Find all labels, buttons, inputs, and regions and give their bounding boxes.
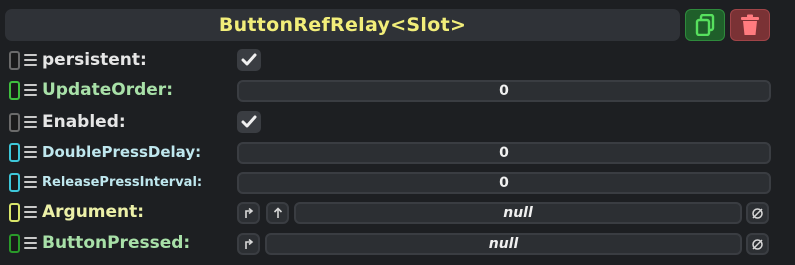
connector-handle[interactable]: [9, 113, 20, 132]
checkmark-icon: [241, 115, 257, 128]
field-row-persistent: persistent:: [0, 47, 795, 75]
field-row-double-press-delay: DoublePressDelay: 0: [0, 139, 795, 167]
field-menu-icon[interactable]: [24, 176, 37, 189]
clear-argument-button[interactable]: [746, 202, 769, 224]
connector-handle[interactable]: [9, 81, 20, 100]
clear-button-pressed-button[interactable]: [746, 233, 769, 255]
checkmark-icon: [241, 53, 257, 66]
null-icon: [752, 238, 763, 250]
connector-handle[interactable]: [9, 143, 20, 162]
field-row-release-press-interval: ReleasePressInterval: 0: [0, 169, 795, 197]
connector-handle[interactable]: [9, 173, 20, 192]
field-label: DoublePressDelay:: [42, 143, 202, 161]
arrow-up-icon: [273, 207, 282, 218]
argument-reference-field[interactable]: null: [294, 202, 742, 224]
double-press-delay-input[interactable]: 0: [237, 142, 771, 164]
field-row-update-order: UpdateOrder: 0: [0, 77, 795, 105]
connector-handle[interactable]: [9, 234, 20, 253]
trash-icon: [741, 14, 759, 35]
field-row-enabled: Enabled:: [0, 109, 795, 137]
jump-to-button[interactable]: [237, 202, 260, 224]
field-menu-icon[interactable]: [24, 84, 37, 97]
field-label: ReleasePressInterval:: [42, 175, 203, 190]
field-label: UpdateOrder:: [42, 80, 173, 100]
button-pressed-reference-field[interactable]: null: [265, 233, 742, 255]
field-label: Enabled:: [42, 112, 126, 132]
field-label: persistent:: [42, 50, 147, 70]
component-header: ButtonRefRelay<Slot>: [5, 9, 680, 41]
persistent-checkbox[interactable]: [237, 49, 261, 71]
field-menu-icon[interactable]: [24, 237, 37, 250]
field-label: Argument:: [42, 202, 145, 222]
component-title: ButtonRefRelay<Slot>: [218, 14, 467, 36]
update-order-input[interactable]: 0: [237, 80, 771, 102]
jump-arrow-icon: [244, 207, 253, 218]
open-reference-button[interactable]: [266, 202, 289, 224]
field-menu-icon[interactable]: [24, 116, 37, 129]
delete-button[interactable]: [730, 9, 770, 41]
field-row-button-pressed: ButtonPressed: null: [0, 230, 795, 258]
field-menu-icon[interactable]: [24, 146, 37, 159]
duplicate-icon: [695, 14, 715, 36]
duplicate-button[interactable]: [685, 9, 725, 41]
enabled-checkbox[interactable]: [237, 111, 261, 133]
field-row-argument: Argument: null: [0, 199, 795, 227]
field-menu-icon[interactable]: [24, 206, 37, 219]
null-icon: [752, 207, 763, 219]
connector-handle[interactable]: [9, 51, 20, 70]
connector-handle[interactable]: [9, 203, 20, 222]
field-menu-icon[interactable]: [24, 54, 37, 67]
jump-to-button[interactable]: [237, 233, 260, 255]
jump-arrow-icon: [244, 238, 253, 249]
field-label: ButtonPressed:: [42, 233, 191, 253]
release-press-interval-input[interactable]: 0: [237, 172, 771, 194]
